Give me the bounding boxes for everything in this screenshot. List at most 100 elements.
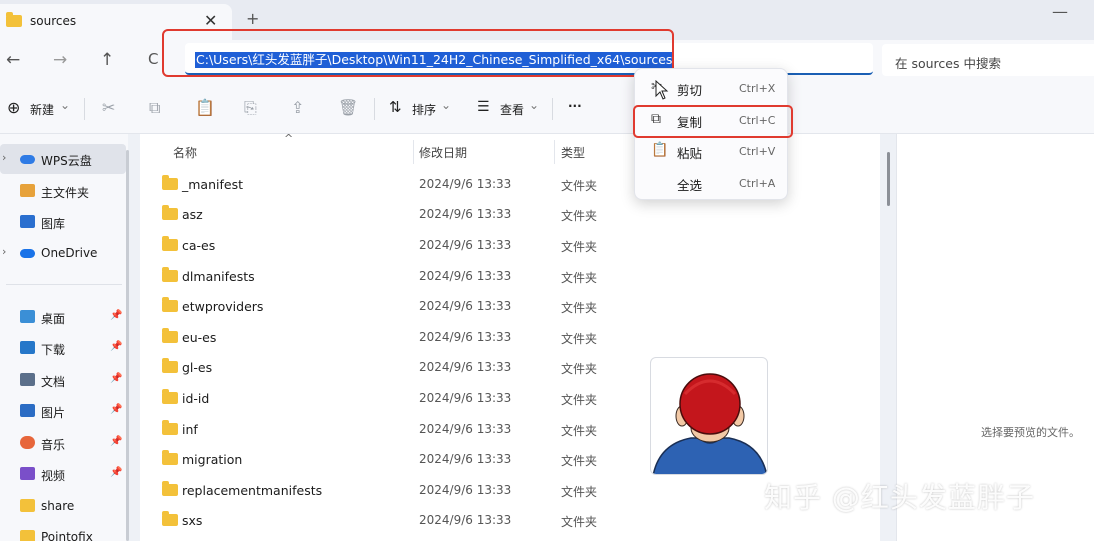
folder-icon bbox=[162, 358, 178, 373]
file-row[interactable]: etwproviders 2024/9/6 13:33 文件夹 bbox=[140, 291, 880, 321]
minimize-button[interactable]: — bbox=[1052, 2, 1068, 21]
file-date: 2024/9/6 13:33 bbox=[419, 452, 512, 466]
sidebar-item-home[interactable]: 主文件夹 bbox=[0, 176, 126, 206]
navigation-pane: › WPS云盘 主文件夹 图库 › OneDrive 桌面 📌 下载 📌 文档 … bbox=[0, 134, 128, 541]
new-dropdown-icon[interactable]: ⌄ bbox=[60, 98, 70, 112]
menu-item-shortcut: Ctrl+V bbox=[739, 145, 776, 158]
file-list-scrollbar[interactable] bbox=[887, 152, 890, 206]
column-header-type[interactable]: 类型 bbox=[561, 144, 585, 161]
sort-button[interactable]: 排序 bbox=[412, 101, 436, 118]
file-name[interactable]: sxs bbox=[182, 513, 202, 528]
file-row[interactable]: dlmanifests 2024/9/6 13:33 文件夹 bbox=[140, 261, 880, 291]
back-button[interactable]: ← bbox=[6, 50, 20, 70]
column-header-name[interactable]: 名称 bbox=[173, 144, 197, 161]
file-row[interactable]: eu-es 2024/9/6 13:33 文件夹 bbox=[140, 322, 880, 352]
file-row[interactable]: id-id 2024/9/6 13:33 文件夹 bbox=[140, 383, 880, 413]
sidebar-item-share[interactable]: share bbox=[0, 491, 126, 521]
expand-chevron-icon[interactable]: › bbox=[2, 151, 6, 164]
forward-button[interactable]: → bbox=[53, 50, 67, 70]
sort-icon[interactable]: ⇅ bbox=[389, 98, 402, 116]
view-icon[interactable]: ☰ bbox=[477, 99, 490, 115]
search-box[interactable]: 在 sources 中搜索 bbox=[882, 44, 1094, 76]
folder-icon bbox=[162, 389, 178, 404]
refresh-button[interactable]: C bbox=[148, 50, 158, 68]
file-name[interactable]: inf bbox=[182, 422, 198, 437]
file-name[interactable]: _manifest bbox=[182, 177, 243, 192]
view-dropdown-icon[interactable]: ⌄ bbox=[529, 98, 539, 112]
pin-icon: 📌 bbox=[110, 310, 123, 321]
file-date: 2024/9/6 13:33 bbox=[419, 177, 512, 191]
file-type: 文件夹 bbox=[561, 393, 598, 407]
sidebar-item-videos[interactable]: 视频 📌 bbox=[0, 459, 126, 489]
new-button[interactable]: 新建 bbox=[30, 101, 54, 118]
file-row[interactable]: migration 2024/9/6 13:33 文件夹 bbox=[140, 444, 880, 474]
sidebar-item-downloads[interactable]: 下载 📌 bbox=[0, 333, 126, 363]
file-type: 文件夹 bbox=[561, 424, 598, 438]
sidebar-item-gallery[interactable]: 图库 bbox=[0, 207, 126, 237]
file-type: 文件夹 bbox=[561, 515, 598, 529]
sidebar-item-label: OneDrive bbox=[41, 246, 98, 260]
view-button[interactable]: 查看 bbox=[500, 101, 524, 118]
rename-icon[interactable]: ⎘ bbox=[244, 98, 257, 118]
new-tab-button[interactable]: + bbox=[246, 9, 259, 28]
pin-icon: 📌 bbox=[110, 373, 123, 384]
up-button[interactable]: ↑ bbox=[100, 50, 114, 70]
menu-item-paste[interactable]: 📋 粘贴 Ctrl+V bbox=[639, 136, 785, 166]
sidebar-item-label: WPS云盘 bbox=[41, 154, 92, 168]
paste-icon[interactable]: 📋 bbox=[195, 98, 215, 117]
file-name[interactable]: replacementmanifests bbox=[182, 483, 322, 498]
file-name[interactable]: asz bbox=[182, 207, 203, 222]
copy-icon[interactable]: ⧉ bbox=[149, 98, 160, 118]
column-header-date[interactable]: 修改日期 bbox=[419, 144, 467, 161]
file-name[interactable]: ca-es bbox=[182, 238, 215, 253]
sidebar-item-wps-cloud[interactable]: › WPS云盘 bbox=[0, 144, 126, 174]
delete-icon[interactable]: 🗑 bbox=[338, 98, 358, 117]
expand-chevron-icon[interactable]: › bbox=[2, 245, 6, 258]
file-name[interactable]: migration bbox=[182, 452, 242, 467]
file-name[interactable]: dlmanifests bbox=[182, 269, 255, 284]
address-highlight-box bbox=[162, 29, 674, 77]
sidebar-item-pictures[interactable]: 图片 📌 bbox=[0, 396, 126, 426]
menu-item-label: 粘贴 bbox=[677, 146, 703, 161]
avatar-illustration bbox=[652, 373, 767, 474]
more-options-button[interactable]: ··· bbox=[568, 99, 582, 113]
sidebar-item-pointofix[interactable]: Pointofix bbox=[0, 522, 126, 541]
file-type: 文件夹 bbox=[561, 271, 598, 285]
sidebar-scrollbar[interactable] bbox=[126, 150, 129, 541]
cut-icon[interactable]: ✂ bbox=[102, 98, 115, 117]
sort-dropdown-icon[interactable]: ⌄ bbox=[441, 98, 451, 112]
sidebar-item-label: 主文件夹 bbox=[41, 186, 90, 200]
file-name[interactable]: eu-es bbox=[182, 330, 216, 345]
file-type: 文件夹 bbox=[561, 301, 598, 315]
watermark-text: 知乎 @红头发蓝胖子 bbox=[764, 481, 1035, 514]
file-name[interactable]: id-id bbox=[182, 391, 209, 406]
sidebar-item-onedrive[interactable]: › OneDrive bbox=[0, 238, 126, 268]
document-icon bbox=[20, 373, 35, 386]
paste-icon: 📋 bbox=[651, 142, 669, 158]
close-tab-icon[interactable]: ✕ bbox=[204, 11, 217, 30]
column-divider[interactable] bbox=[554, 140, 555, 164]
search-placeholder[interactable]: 在 sources 中搜索 bbox=[895, 53, 1001, 72]
sidebar-item-music[interactable]: 音乐 📌 bbox=[0, 428, 126, 458]
folder-icon bbox=[20, 499, 35, 512]
file-row[interactable]: ca-es 2024/9/6 13:33 文件夹 bbox=[140, 230, 880, 260]
pin-icon: 📌 bbox=[110, 467, 123, 478]
file-type: 文件夹 bbox=[561, 332, 598, 346]
file-date: 2024/9/6 13:33 bbox=[419, 330, 512, 344]
file-row[interactable]: gl-es 2024/9/6 13:33 文件夹 bbox=[140, 352, 880, 382]
file-name[interactable]: etwproviders bbox=[182, 299, 263, 314]
new-icon[interactable]: ⊕ bbox=[7, 98, 20, 117]
share-icon[interactable]: ⇪ bbox=[291, 98, 304, 117]
gallery-icon bbox=[20, 215, 35, 228]
menu-item-select-all[interactable]: 全选 Ctrl+A bbox=[639, 168, 785, 198]
sidebar-item-label: 视频 bbox=[41, 469, 66, 483]
tab-title: sources bbox=[30, 14, 77, 28]
column-divider[interactable] bbox=[413, 140, 414, 164]
sidebar-item-desktop[interactable]: 桌面 📌 bbox=[0, 302, 126, 332]
file-name[interactable]: gl-es bbox=[182, 360, 212, 375]
sidebar-divider bbox=[6, 284, 122, 285]
file-row[interactable]: asz 2024/9/6 13:33 文件夹 bbox=[140, 199, 880, 229]
sidebar-item-documents[interactable]: 文档 📌 bbox=[0, 365, 126, 395]
file-row[interactable]: inf 2024/9/6 13:33 文件夹 bbox=[140, 414, 880, 444]
sidebar-item-label: 下载 bbox=[41, 343, 66, 357]
